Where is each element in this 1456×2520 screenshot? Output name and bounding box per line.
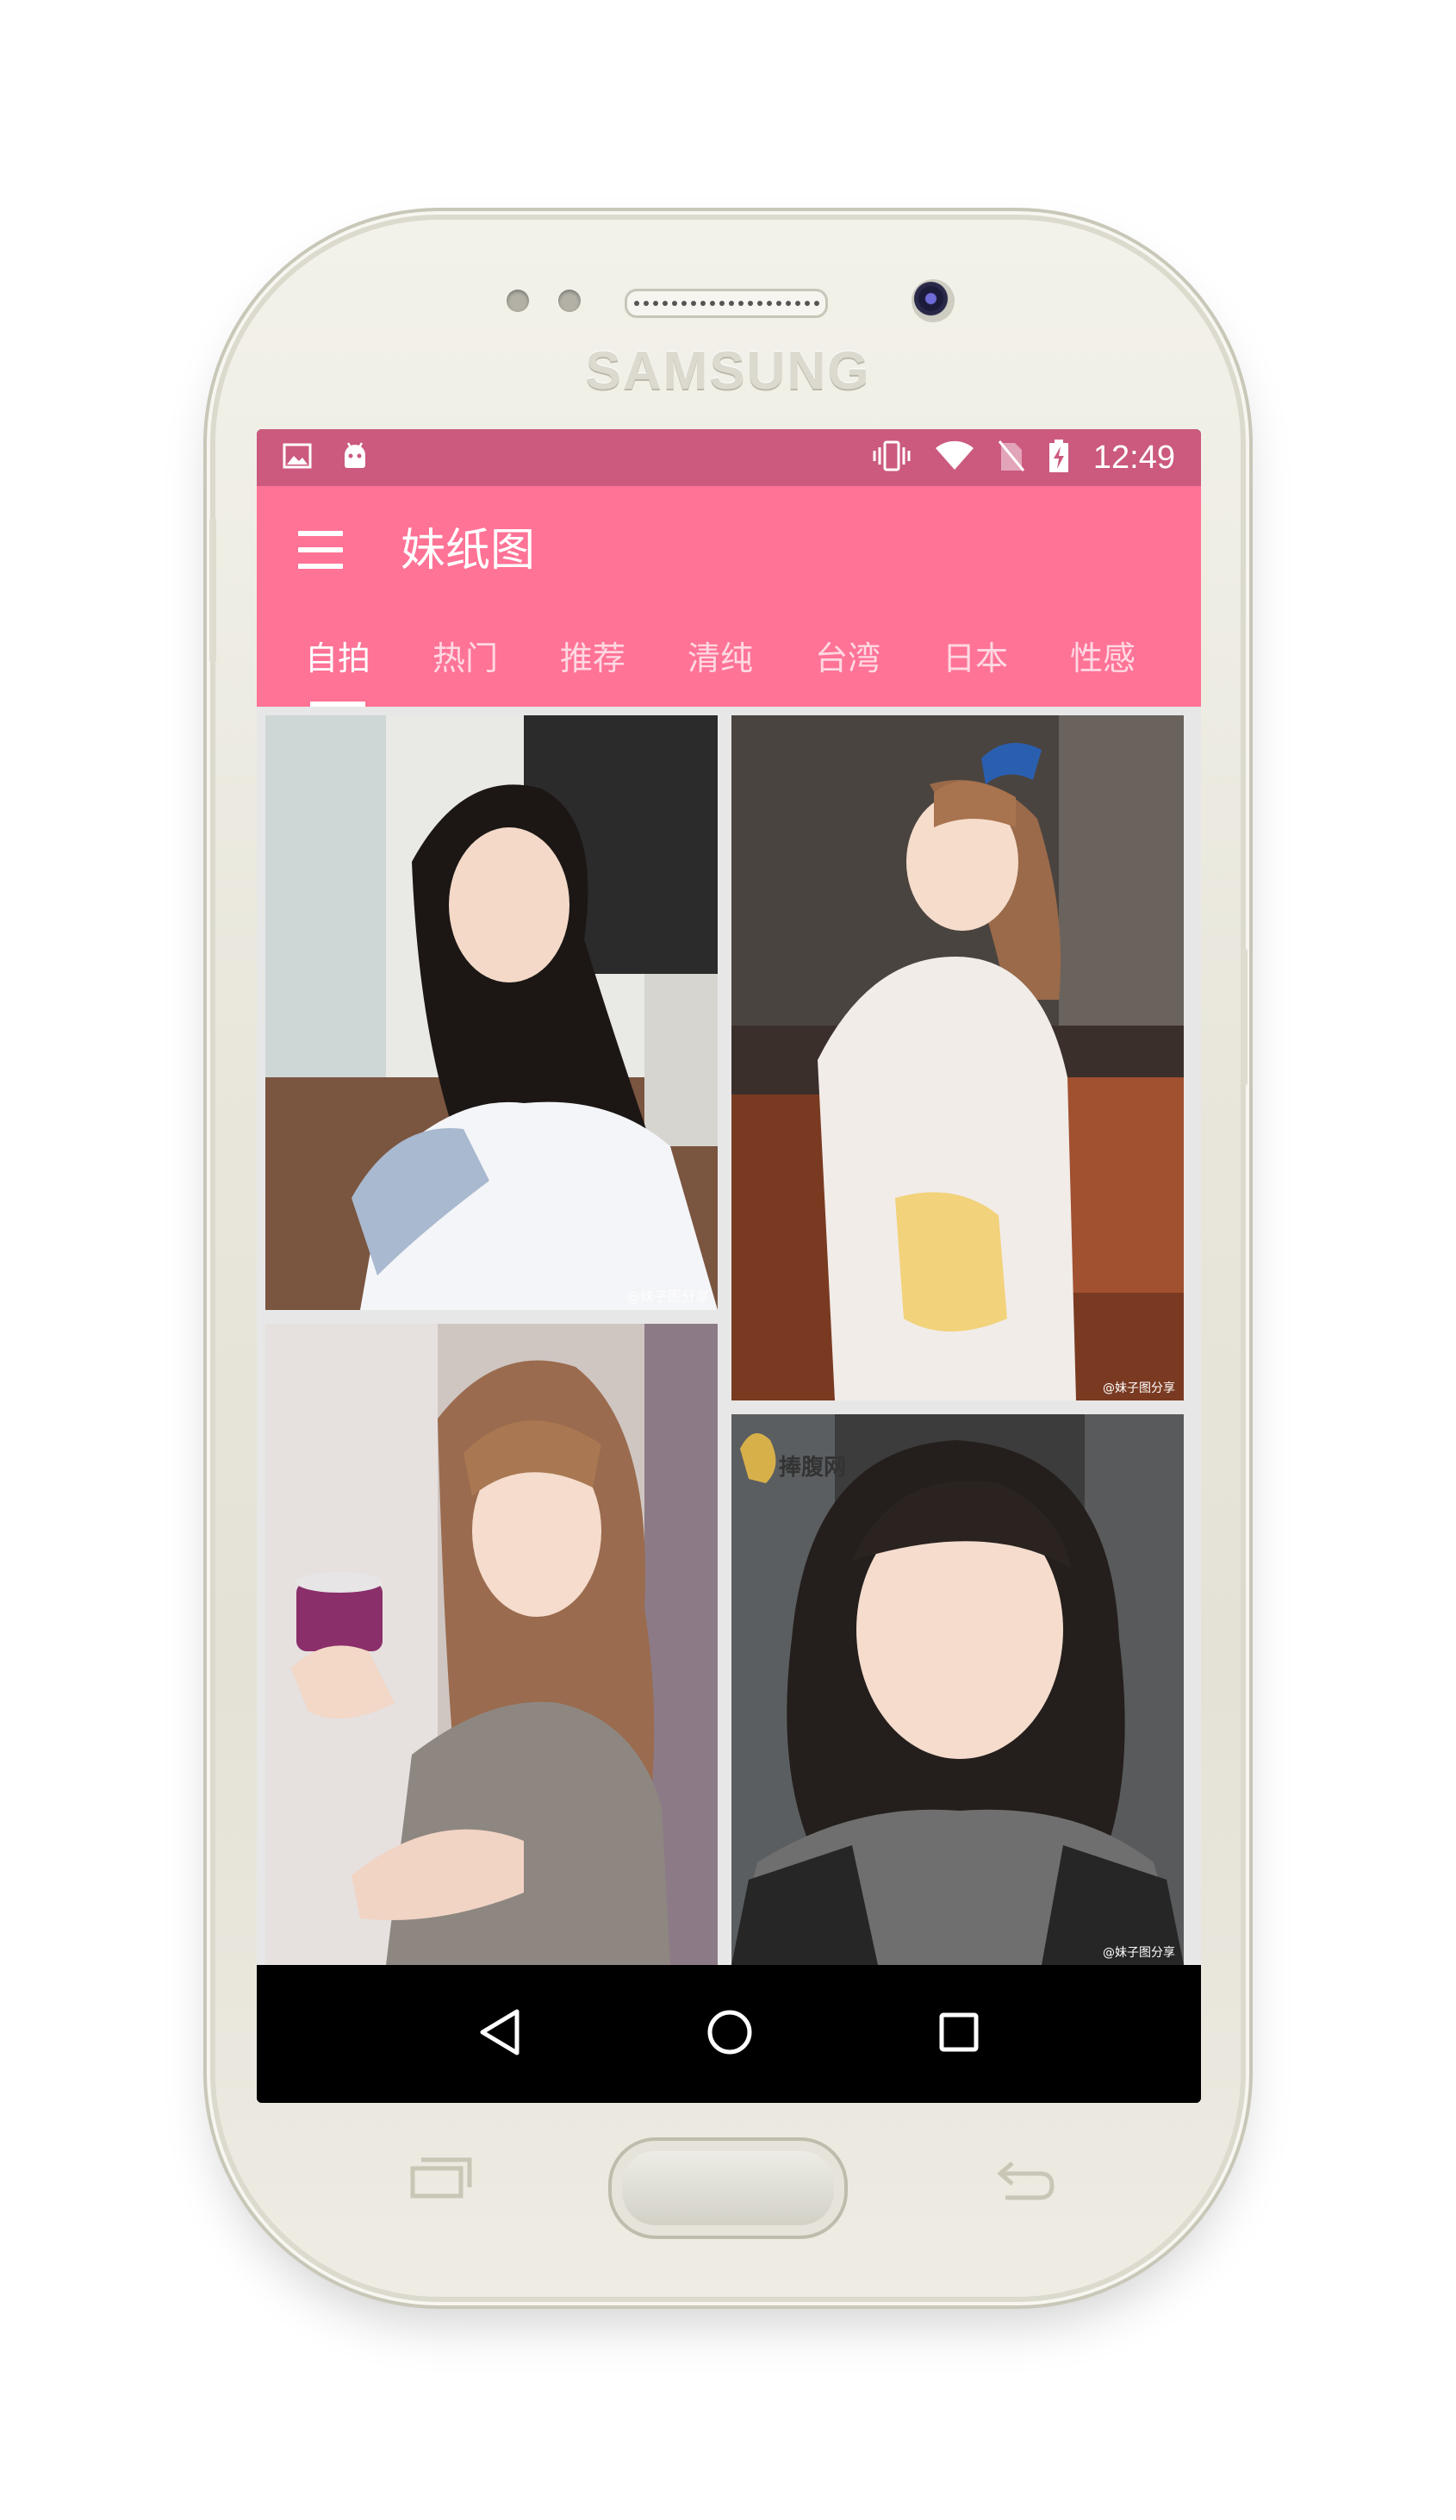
- navigation-bar: [257, 1965, 1201, 2103]
- tab-popular[interactable]: 热门: [401, 633, 529, 707]
- photo-watermark: @妹子图分享: [1103, 1945, 1175, 1960]
- tab-sexy[interactable]: 性感: [1039, 633, 1167, 707]
- home-key: [608, 2137, 848, 2239]
- proximity-sensor: [507, 290, 529, 312]
- photo-watermark: @妹子图分享: [1103, 1381, 1175, 1395]
- status-time: 12:49: [1092, 439, 1175, 476]
- light-sensor: [558, 290, 581, 312]
- tab-selfie[interactable]: 自拍: [274, 633, 401, 707]
- recents-icon[interactable]: [937, 2011, 980, 2057]
- front-camera: [912, 279, 955, 322]
- photo-card[interactable]: [265, 1324, 718, 1965]
- image-icon: [283, 443, 312, 473]
- photo-card[interactable]: @妹子图分享: [731, 715, 1184, 1400]
- recent-apps-key: [409, 2156, 473, 2208]
- app-title: 妹纸图: [401, 525, 536, 577]
- app-bar: 妹纸图 自拍 热门 推荐 清纯 台湾 日本 性感: [257, 486, 1201, 707]
- back-icon[interactable]: [477, 2008, 522, 2060]
- status-bar: 12:49: [257, 429, 1201, 486]
- power-button: [1241, 948, 1248, 1086]
- photo-grid: @妹子图分享 @妹子图分享 捧腹网 @妹子图分享: [257, 707, 1201, 1965]
- tab-pure[interactable]: 清纯: [656, 633, 784, 707]
- brand-logo: SAMSUNG: [585, 341, 871, 401]
- tab-bar: 自拍 热门 推荐 清纯 台湾 日本 性感: [274, 633, 1201, 707]
- android-icon: [341, 441, 369, 475]
- wifi-icon: [935, 440, 974, 476]
- photo-card[interactable]: @妹子图分享: [265, 715, 718, 1310]
- tab-recommended[interactable]: 推荐: [529, 633, 656, 707]
- vibrate-icon: [873, 440, 911, 476]
- screen: 12:49 妹纸图 自拍 热门 推荐 清纯 台湾 日本 性感 @妹子图分享 @妹…: [257, 429, 1201, 2103]
- volume-button: [209, 517, 216, 664]
- battery-charging-icon: [1048, 439, 1069, 477]
- tab-japan[interactable]: 日本: [912, 633, 1039, 707]
- home-icon[interactable]: [706, 2008, 754, 2060]
- photo-watermark: @妹子图分享: [626, 1288, 709, 1305]
- menu-icon[interactable]: [298, 531, 343, 569]
- back-key: [995, 2155, 1055, 2211]
- earpiece-speaker: [625, 289, 828, 318]
- photo-card[interactable]: 捧腹网 @妹子图分享: [731, 1414, 1184, 1965]
- site-logo: 捧腹网: [779, 1454, 846, 1481]
- no-sim-icon: [998, 440, 1025, 477]
- tab-taiwan[interactable]: 台湾: [784, 633, 912, 707]
